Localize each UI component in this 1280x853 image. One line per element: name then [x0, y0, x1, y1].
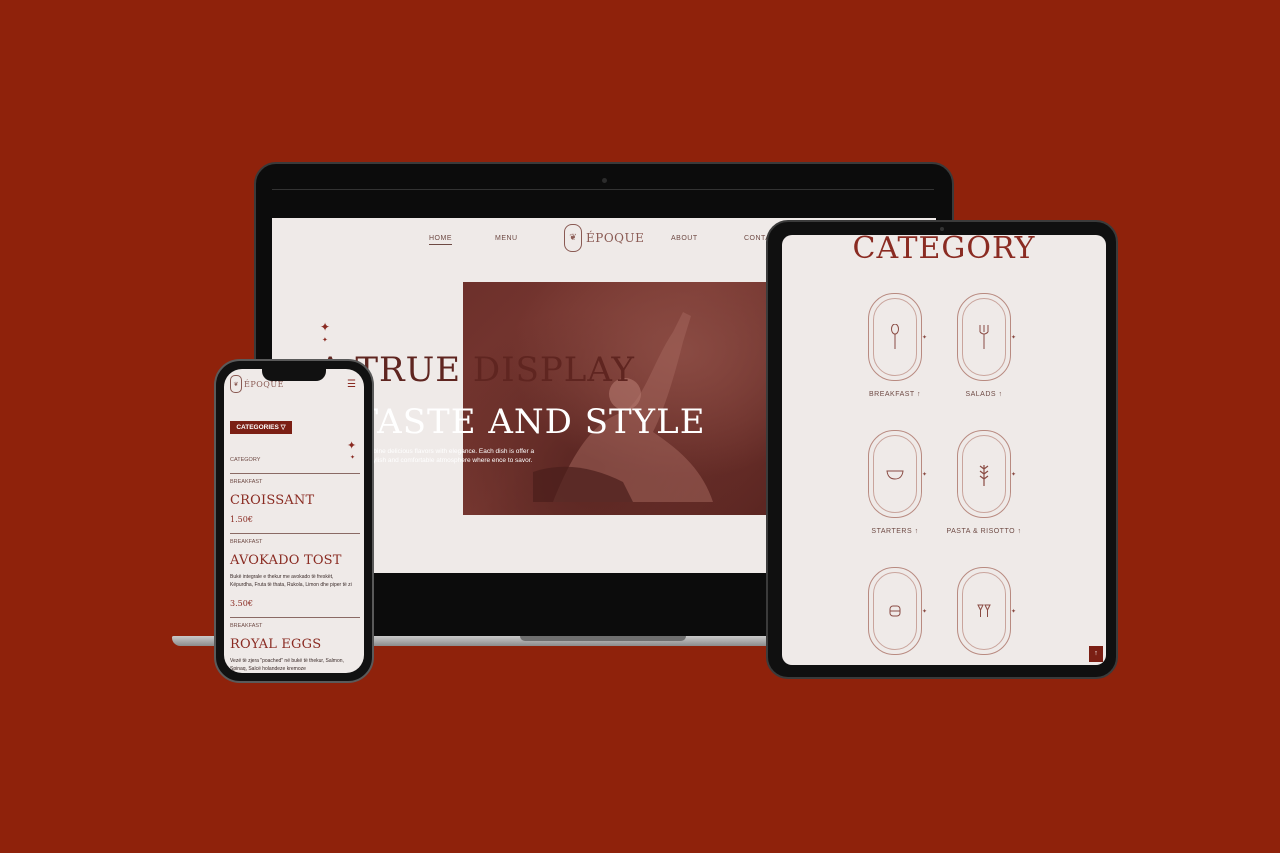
category-oval: ✦: [957, 293, 1016, 381]
divider: [230, 617, 360, 618]
item-name: AVOKADO TOST: [230, 553, 342, 568]
category-oval: ✦: [868, 567, 927, 655]
item-description: Bukë integrale e thekur me avokado të fr…: [230, 574, 352, 588]
sparkle-icon: ✦: [1010, 609, 1016, 615]
item-price: 1.50€: [230, 515, 253, 524]
bowl-icon: [869, 431, 921, 517]
item-tag: BREAKFAST: [230, 479, 263, 485]
hero-title: A TRUE DISPLAY A TASTE AND STYLE: [318, 344, 706, 448]
laptop-camera: [602, 178, 607, 183]
tablet-screen: CATEGORY ✦ BREAKFAST ↑ ✦ SALADS ↑ ✦ STAR…: [782, 235, 1106, 665]
hero-title-line1: A TRUE DISPLAY: [318, 350, 635, 390]
tablet-device: CATEGORY ✦ BREAKFAST ↑ ✦ SALADS ↑ ✦ STAR…: [766, 220, 1118, 679]
category-salads[interactable]: ✦ SALADS ↑: [934, 293, 1034, 398]
category-label: PASTA & RISOTTO ↑: [946, 528, 1022, 535]
sparkle-icon: ✦: [347, 440, 357, 452]
sparkle-small-icon: ✦: [350, 455, 356, 461]
nav-home[interactable]: HOME: [429, 235, 452, 245]
logo-emblem-icon: ❦: [230, 375, 242, 393]
category-starters[interactable]: ✦ STARTERS ↑: [845, 430, 945, 535]
sparkle-icon: ✦: [921, 609, 927, 615]
spoon-icon: [869, 294, 921, 380]
brand-name: ÉPOQUE: [244, 379, 284, 389]
hero-description: mbine delicious flavors with elegance. E…: [368, 448, 535, 464]
item-price: 3.50€: [230, 599, 253, 608]
nav-menu[interactable]: MENU: [495, 235, 518, 242]
category-breakfast[interactable]: ✦ BREAKFAST ↑: [845, 293, 945, 398]
tablet-camera: [940, 227, 944, 231]
item-tag: BREAKFAST: [230, 623, 263, 629]
sparkle-icon: ✦: [921, 335, 927, 341]
phone-screen: ❦ ÉPOQUE ☰ CATEGORIES ▽ ✦ ✦ CATEGORY BRE…: [224, 369, 364, 673]
burger-icon: [869, 568, 921, 654]
fork-icon: [958, 294, 1010, 380]
arrow-up-icon: ↑: [914, 528, 919, 535]
category-burgers[interactable]: ✦: [845, 567, 945, 655]
hero-title-line2: A TASTE AND STYLE: [318, 402, 706, 442]
laptop-hinge-notch: [520, 636, 686, 641]
item-name: CROISSANT: [230, 493, 315, 508]
nav-about[interactable]: ABOUT: [671, 235, 698, 242]
arrow-up-icon: ↑: [1017, 528, 1022, 535]
site-logo[interactable]: ❦ ÉPOQUE: [564, 224, 644, 252]
category-label: STARTERS ↑: [871, 528, 919, 535]
item-tag: BREAKFAST: [230, 539, 263, 545]
laptop-top-bar: [272, 189, 934, 190]
sparkle-icon: ✦: [921, 472, 927, 478]
category-label: CATEGORY: [230, 457, 261, 463]
brand-name: ÉPOQUE: [586, 231, 645, 245]
item-name: ROYAL EGGS: [230, 637, 322, 652]
categories-button[interactable]: CATEGORIES ▽: [230, 421, 292, 434]
divider: [230, 533, 360, 534]
phone-logo[interactable]: ❦ ÉPOQUE: [230, 375, 284, 393]
hamburger-menu-icon[interactable]: ☰: [347, 379, 356, 390]
sparkle-small-icon: ✦: [322, 337, 328, 344]
category-oval: ✦: [957, 567, 1016, 655]
sparkle-icon: ✦: [1010, 335, 1016, 341]
category-drinks[interactable]: ✦: [934, 567, 1034, 655]
logo-emblem-icon: ❦: [564, 224, 582, 252]
category-label: SALADS ↑: [965, 391, 1003, 398]
category-oval: ✦: [957, 430, 1016, 518]
cocktail-icon: [958, 568, 1010, 654]
wheat-icon: [958, 431, 1010, 517]
divider: [230, 473, 360, 474]
scroll-to-top-button[interactable]: ↑: [1089, 646, 1103, 662]
category-oval: ✦: [868, 293, 927, 381]
sparkle-icon: ✦: [1010, 472, 1016, 478]
category-pasta-risotto[interactable]: ✦ PASTA & RISOTTO ↑: [934, 430, 1034, 535]
category-label: BREAKFAST ↑: [868, 391, 922, 398]
category-title: CATEGORY: [852, 235, 1036, 266]
arrow-up-icon: ↑: [998, 391, 1003, 398]
item-description: Vezë të zjera "poached" në bukë të theku…: [230, 658, 344, 672]
phone-device: ❦ ÉPOQUE ☰ CATEGORIES ▽ ✦ ✦ CATEGORY BRE…: [214, 359, 374, 683]
sparkle-icon: ✦: [320, 320, 331, 334]
arrow-up-icon: ↑: [917, 391, 922, 398]
category-oval: ✦: [868, 430, 927, 518]
